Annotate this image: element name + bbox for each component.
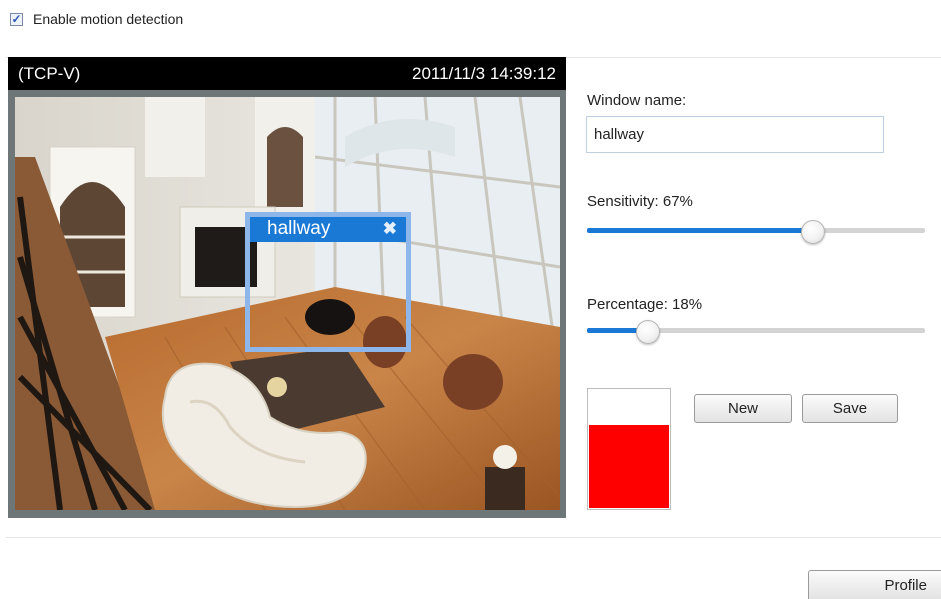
activity-level-bar [589, 425, 669, 508]
window-name-input[interactable] [586, 116, 884, 153]
window-name-label: Window name: [587, 92, 687, 109]
motion-window-name: hallway [267, 218, 331, 239]
slider-handle[interactable] [635, 320, 660, 344]
new-window-button[interactable]: New [694, 394, 792, 423]
save-button[interactable]: Save [802, 394, 898, 423]
camera-timestamp: 2011/11/3 14:39:12 [411, 64, 556, 83]
slider-fill [587, 228, 814, 233]
enable-motion-checkbox[interactable]: ✓ [10, 12, 23, 26]
enable-motion-detection-row[interactable]: ✓ Enable motion detection [10, 8, 183, 30]
stream-type-label: (TCP-V) [18, 64, 81, 83]
percentage-label: Percentage: 18% [587, 296, 703, 313]
camera-view[interactable]: (TCP-V) 2011/11/3 14:39:12 hallway ✖ [8, 57, 566, 518]
profile-button[interactable]: Profile [808, 570, 941, 599]
percentage-slider[interactable] [587, 320, 925, 344]
checkbox-check-icon: ✓ [11, 12, 22, 26]
close-icon[interactable]: ✖ [383, 219, 397, 239]
sensitivity-slider[interactable] [587, 220, 925, 244]
enable-motion-label[interactable]: Enable motion detection [33, 11, 183, 27]
motion-window-hallway[interactable]: hallway ✖ [245, 212, 411, 352]
motion-activity-meter [587, 388, 671, 510]
camera-header-bar: (TCP-V) 2011/11/3 14:39:12 [8, 57, 566, 90]
sensitivity-label: Sensitivity: 67% [587, 193, 693, 210]
motion-window-titlebar[interactable]: hallway ✖ [250, 217, 406, 242]
slider-handle[interactable] [801, 220, 826, 244]
